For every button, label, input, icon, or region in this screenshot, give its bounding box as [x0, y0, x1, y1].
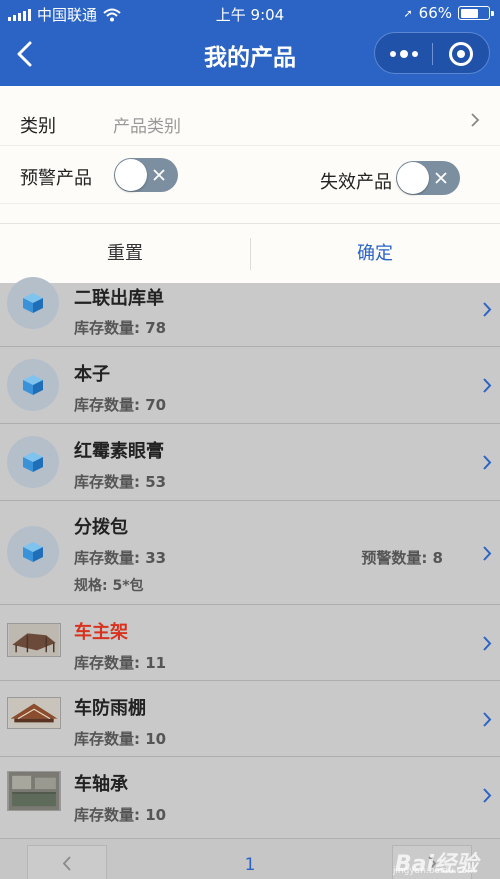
chevron-right-icon	[483, 788, 492, 803]
battery-icon	[458, 6, 494, 20]
nav-bar: 我的产品	[0, 26, 500, 84]
close-icon	[435, 172, 447, 184]
product-stock: 库存数量: 53	[74, 473, 167, 491]
product-name: 二联出库单	[74, 288, 164, 309]
cube-icon	[23, 375, 43, 395]
product-name: 分拨包	[74, 517, 128, 538]
product-name: 本子	[74, 364, 110, 385]
product-stock: 库存数量: 11	[74, 654, 167, 672]
cube-icon	[23, 542, 43, 562]
category-row[interactable]: 类别 产品类别	[0, 86, 500, 146]
capsule-divider	[432, 43, 433, 65]
battery-percent: 66%	[418, 4, 452, 22]
product-stock: 库存数量: 10	[74, 730, 167, 748]
list-item[interactable]: 车轴承 库存数量: 10	[0, 757, 500, 833]
list-item[interactable]: 红霉素眼膏 库存数量: 53	[0, 424, 500, 501]
chevron-right-icon	[483, 546, 492, 561]
cube-icon	[23, 452, 43, 472]
product-avatar	[7, 436, 59, 488]
reset-button[interactable]: 重置	[0, 224, 250, 283]
chevron-right-icon	[483, 378, 492, 393]
list-item[interactable]: 车防雨棚 库存数量: 10	[0, 681, 500, 757]
prev-page-button[interactable]	[27, 845, 107, 879]
category-label: 类别	[20, 116, 56, 137]
location-icon: ➚	[403, 6, 413, 20]
product-alert-qty: 预警数量: 8	[361, 549, 443, 567]
status-bar: 中国联通 上午 9:04 ➚ 66%	[0, 0, 500, 26]
watermark-site: jingyan.baidu.com	[392, 866, 476, 876]
product-stock: 库存数量: 10	[74, 806, 167, 824]
miniprogram-capsule	[374, 32, 490, 74]
current-page: 1	[244, 855, 256, 875]
list-item[interactable]: 车主架 库存数量: 11	[0, 605, 500, 681]
list-item[interactable]: 分拨包 库存数量: 33 预警数量: 8 规格: 5*包	[0, 501, 500, 605]
toggle-knob	[397, 162, 429, 194]
product-avatar	[7, 277, 59, 329]
product-name: 车主架	[74, 622, 128, 643]
chevron-right-icon	[471, 113, 480, 127]
product-spec: 规格: 5*包	[74, 578, 144, 594]
chevron-right-icon	[483, 712, 492, 727]
confirm-button[interactable]: 确定	[250, 224, 500, 283]
filter-panel: 类别 产品类别 预警产品 失效产品 重置 确定	[0, 86, 500, 283]
product-stock: 库存数量: 78	[74, 319, 167, 337]
product-avatar	[7, 359, 59, 411]
chevron-right-icon	[483, 302, 492, 317]
product-name: 红霉素眼膏	[74, 441, 164, 462]
product-photo	[7, 623, 61, 657]
product-stock: 库存数量: 70	[74, 396, 167, 414]
product-photo	[7, 697, 61, 729]
product-photo	[7, 771, 61, 811]
chevron-left-icon	[62, 856, 71, 871]
expired-product-toggle[interactable]	[396, 161, 460, 195]
chevron-right-icon	[483, 636, 492, 651]
warning-product-label: 预警产品	[20, 168, 92, 189]
product-name: 车轴承	[74, 774, 128, 795]
category-select[interactable]: 产品类别	[113, 112, 181, 137]
expired-product-label: 失效产品	[320, 172, 392, 193]
close-icon	[153, 169, 165, 181]
cube-icon	[23, 293, 43, 313]
toggle-knob	[115, 159, 147, 191]
filter-spacer	[0, 204, 500, 224]
product-stock: 库存数量: 33	[74, 549, 167, 567]
list-item[interactable]: 本子 库存数量: 70	[0, 347, 500, 424]
chevron-right-icon	[483, 455, 492, 470]
app-header: 中国联通 上午 9:04 ➚ 66% 我的产品	[0, 0, 500, 86]
close-target-icon[interactable]	[449, 42, 473, 66]
filter-actions: 重置 确定	[0, 224, 500, 283]
toggle-row: 预警产品 失效产品	[0, 146, 500, 204]
more-dots-icon[interactable]	[389, 45, 419, 63]
warning-product-toggle[interactable]	[114, 158, 178, 192]
list-item[interactable]: 二联出库单 库存数量: 78	[0, 277, 500, 347]
product-name: 车防雨棚	[74, 698, 146, 719]
product-avatar	[7, 526, 59, 578]
